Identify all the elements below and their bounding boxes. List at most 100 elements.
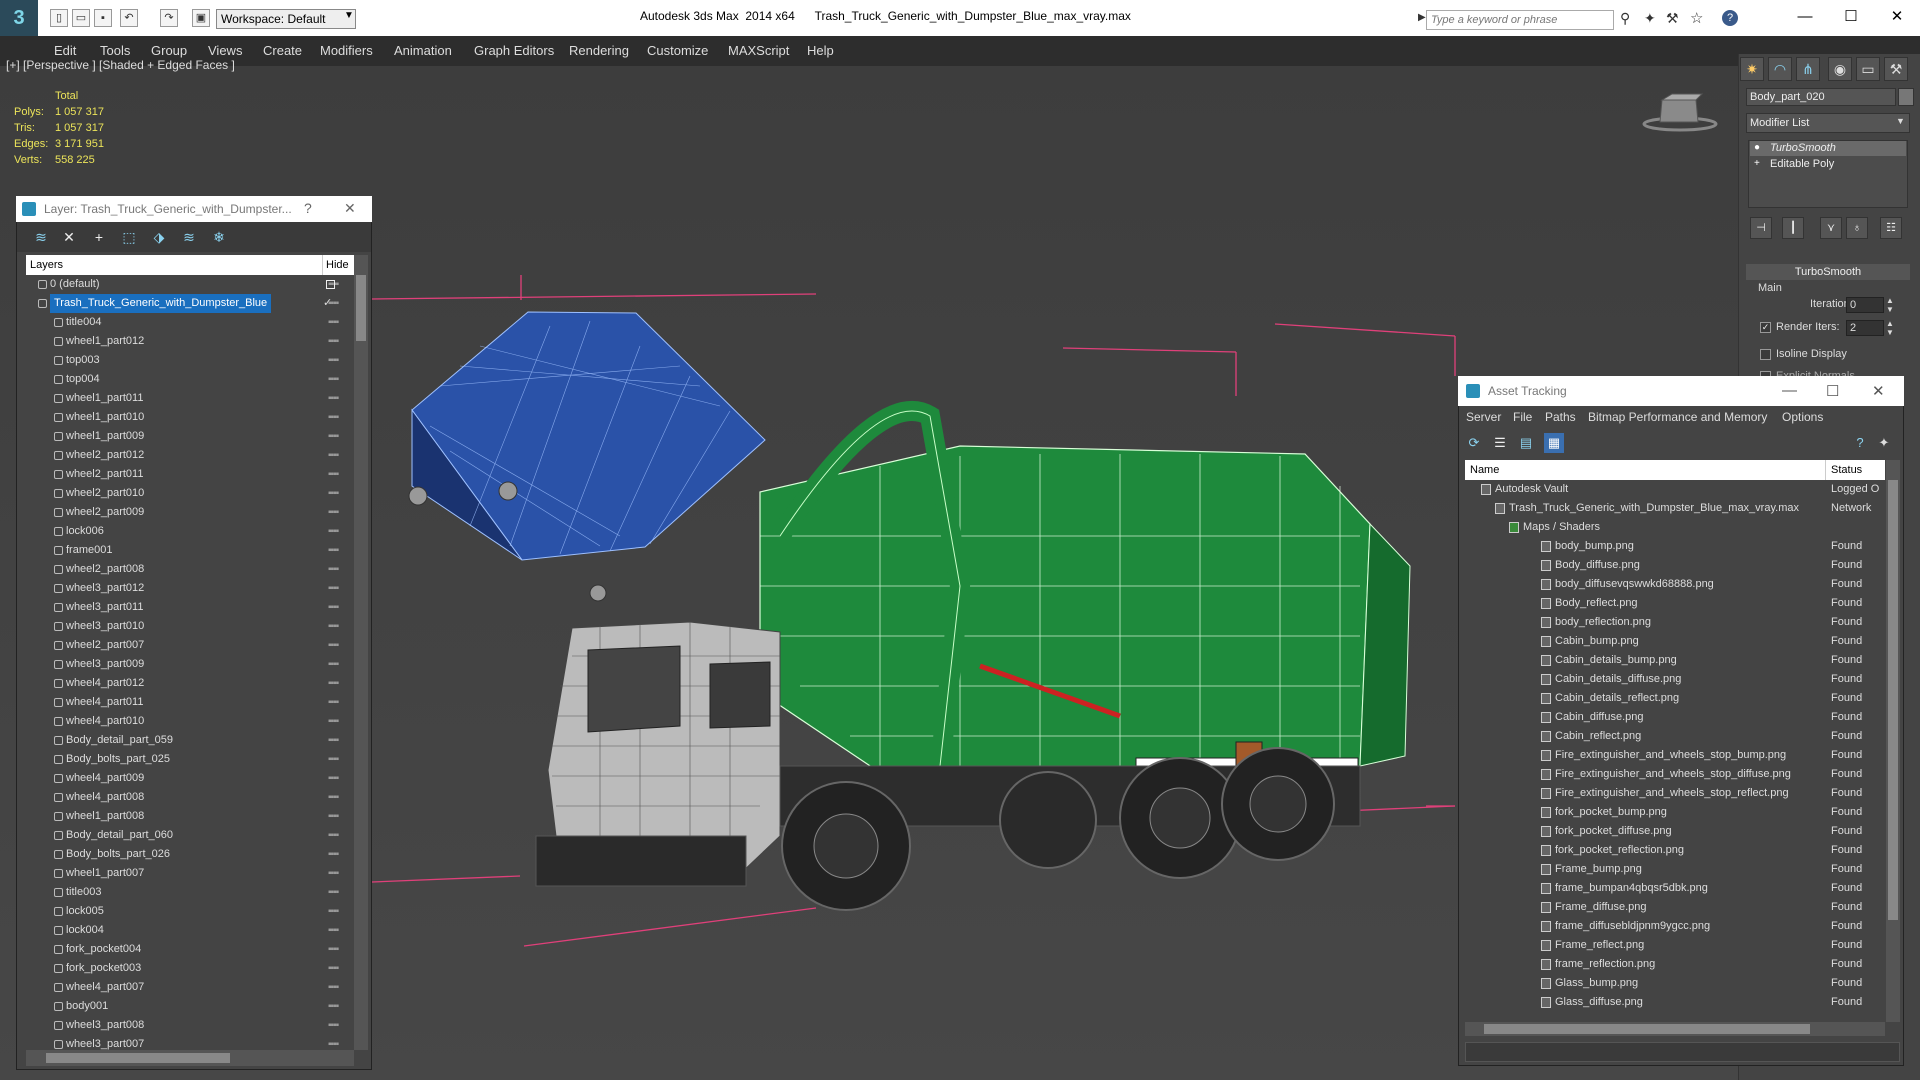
- menu-rendering[interactable]: Rendering: [569, 36, 629, 66]
- hide-toggle-icon[interactable]: ▪▪▪▪: [328, 902, 339, 921]
- asset-row[interactable]: Cabin_diffuse.png Found: [1465, 708, 1885, 727]
- hide-toggle-icon[interactable]: ▪▪▪▪: [328, 541, 339, 560]
- layer-row[interactable]: frame001 ▪▪▪▪: [26, 541, 352, 560]
- layer-row[interactable]: wheel3_part007 ▪▪▪▪: [26, 1035, 352, 1050]
- layer-row[interactable]: body001 ▪▪▪▪: [26, 997, 352, 1016]
- layer-row[interactable]: wheel2_part009 ▪▪▪▪: [26, 503, 352, 522]
- open-file-icon[interactable]: ▭: [72, 9, 90, 27]
- layer-row[interactable]: wheel3_part009 ▪▪▪▪: [26, 655, 352, 674]
- layer-row[interactable]: wheel3_part010 ▪▪▪▪: [26, 617, 352, 636]
- layer-row[interactable]: wheel2_part010 ▪▪▪▪: [26, 484, 352, 503]
- hide-toggle-icon[interactable]: ▪▪▪▪: [328, 313, 339, 332]
- layer-row[interactable]: Body_detail_part_059 ▪▪▪▪: [26, 731, 352, 750]
- chevron-down-icon[interactable]: ▼: [1896, 116, 1905, 126]
- hide-toggle-icon[interactable]: ▪▪▪▪: [328, 978, 339, 997]
- lightbulb-icon[interactable]: ●: [1754, 142, 1760, 153]
- menu-customize[interactable]: Customize: [647, 36, 708, 66]
- viewport-label[interactable]: [+] [Perspective ] [Shaded + Edged Faces…: [6, 58, 235, 72]
- asset-row[interactable]: Cabin_details_diffuse.png Found: [1465, 670, 1885, 689]
- stack-item-turbosmooth[interactable]: TurboSmooth: [1750, 141, 1906, 156]
- layer-row[interactable]: wheel4_part008 ▪▪▪▪: [26, 788, 352, 807]
- highlight-layer-icon[interactable]: ⬗: [148, 226, 170, 248]
- expand-icon[interactable]: +: [1754, 158, 1760, 169]
- display-tab-icon[interactable]: ▭: [1856, 57, 1880, 81]
- render-iters-checkbox[interactable]: ✓: [1760, 322, 1771, 333]
- layer-row[interactable]: wheel2_part007 ▪▪▪▪: [26, 636, 352, 655]
- menu-help[interactable]: Help: [807, 36, 834, 66]
- layer-vertical-scroll-thumb[interactable]: [356, 275, 366, 341]
- hide-toggle-icon[interactable]: ▪▪▪▪: [328, 617, 339, 636]
- pin-stack-icon[interactable]: ⊣: [1750, 217, 1772, 239]
- hide-toggle-icon[interactable]: ▪▪▪▪: [328, 750, 339, 769]
- asset-horizontal-scroll-thumb[interactable]: [1484, 1024, 1810, 1034]
- make-unique-icon[interactable]: ⋎: [1820, 217, 1842, 239]
- layer-row[interactable]: wheel4_part009 ▪▪▪▪: [26, 769, 352, 788]
- asset-row[interactable]: Cabin_details_bump.png Found: [1465, 651, 1885, 670]
- asset-row[interactable]: fork_pocket_reflection.png Found: [1465, 841, 1885, 860]
- communication-center-icon[interactable]: ✦: [1644, 10, 1656, 27]
- chevron-down-icon[interactable]: ▼: [344, 10, 354, 21]
- layer-row[interactable]: wheel3_part008 ▪▪▪▪: [26, 1016, 352, 1035]
- hide-toggle-icon[interactable]: ▪▪▪▪: [328, 560, 339, 579]
- undo-icon[interactable]: ↶: [120, 9, 138, 27]
- asset-row[interactable]: Maps / Shaders: [1465, 518, 1885, 537]
- new-layer-icon[interactable]: ≋: [30, 226, 52, 248]
- layer-help-button[interactable]: ?: [304, 200, 312, 216]
- layer-row[interactable]: wheel2_part011 ▪▪▪▪: [26, 465, 352, 484]
- layer-row[interactable]: wheel1_part011 ▪▪▪▪: [26, 389, 352, 408]
- hide-toggle-icon[interactable]: ▪▪▪▪: [328, 883, 339, 902]
- hide-toggle-icon[interactable]: ▪▪▪▪: [328, 845, 339, 864]
- asset-menu-server[interactable]: Server: [1466, 410, 1501, 424]
- asset-row[interactable]: Frame_bump.png Found: [1465, 860, 1885, 879]
- hide-toggle-icon[interactable]: ▪▪▪▪: [328, 655, 339, 674]
- asset-row[interactable]: Frame_reflect.png Found: [1465, 936, 1885, 955]
- list-view-icon[interactable]: ☰: [1490, 433, 1510, 453]
- hide-toggle-icon[interactable]: ▪▪▪▪: [328, 959, 339, 978]
- isoline-checkbox[interactable]: [1760, 349, 1771, 360]
- layer-row[interactable]: wheel1_part012 ▪▪▪▪: [26, 332, 352, 351]
- hide-toggle-icon[interactable]: ▪▪▪▪: [328, 769, 339, 788]
- layer-row[interactable]: 0 (default) ▪▪▪▪: [26, 275, 352, 294]
- hide-toggle-icon[interactable]: ▪▪▪▪: [328, 465, 339, 484]
- layer-row[interactable]: top003 ▪▪▪▪: [26, 351, 352, 370]
- layer-row[interactable]: wheel1_part007 ▪▪▪▪: [26, 864, 352, 883]
- motion-tab-icon[interactable]: ◉: [1828, 57, 1852, 81]
- asset-menu-options[interactable]: Options: [1782, 410, 1823, 424]
- layer-row[interactable]: top004 ▪▪▪▪: [26, 370, 352, 389]
- favorites-star-icon[interactable]: ☆: [1690, 9, 1703, 27]
- asset-maximize-button[interactable]: ☐: [1826, 382, 1839, 400]
- turbosmooth-rollout[interactable]: TurboSmooth: [1746, 264, 1910, 280]
- hide-all-icon[interactable]: ≋: [178, 226, 200, 248]
- layer-row[interactable]: Body_bolts_part_026 ▪▪▪▪: [26, 845, 352, 864]
- layer-row[interactable]: fork_pocket003 ▪▪▪▪: [26, 959, 352, 978]
- layer-row[interactable]: fork_pocket004 ▪▪▪▪: [26, 940, 352, 959]
- layer-row[interactable]: Body_detail_part_060 ▪▪▪▪: [26, 826, 352, 845]
- asset-help-icon[interactable]: ?: [1850, 433, 1870, 453]
- maximize-button[interactable]: ☐: [1828, 4, 1874, 30]
- layer-horizontal-scroll-thumb[interactable]: [46, 1053, 230, 1063]
- layer-row[interactable]: wheel4_part012 ▪▪▪▪: [26, 674, 352, 693]
- hide-toggle-icon[interactable]: ▪▪▪▪: [328, 332, 339, 351]
- hide-toggle-icon[interactable]: ▪▪▪▪: [328, 446, 339, 465]
- layer-row[interactable]: wheel2_part012 ▪▪▪▪: [26, 446, 352, 465]
- asset-row[interactable]: Autodesk Vault Logged O: [1465, 480, 1885, 499]
- hide-toggle-icon[interactable]: ▪▪▪▪: [328, 389, 339, 408]
- layers-column-header[interactable]: Layers: [30, 259, 63, 271]
- table-view-icon[interactable]: ▦: [1544, 433, 1564, 453]
- hide-toggle-icon[interactable]: ▪▪▪▪: [328, 864, 339, 883]
- layer-row[interactable]: wheel1_part008 ▪▪▪▪: [26, 807, 352, 826]
- asset-row[interactable]: Frame_diffuse.png Found: [1465, 898, 1885, 917]
- hierarchy-tab-icon[interactable]: ⋔: [1796, 57, 1820, 81]
- hide-toggle-icon[interactable]: ▪▪▪▪: [328, 370, 339, 389]
- hide-toggle-icon[interactable]: ▪▪▪▪: [328, 788, 339, 807]
- hide-toggle-icon[interactable]: ▪▪▪▪: [328, 503, 339, 522]
- refresh-icon[interactable]: ⟳: [1464, 433, 1484, 453]
- layer-row[interactable]: lock004 ▪▪▪▪: [26, 921, 352, 940]
- asset-row[interactable]: body_diffusevqswwkd68888.png Found: [1465, 575, 1885, 594]
- object-color-swatch[interactable]: [1898, 88, 1914, 106]
- hide-toggle-icon[interactable]: ▪▪▪▪: [328, 921, 339, 940]
- utilities-tab-icon[interactable]: ⚒: [1884, 57, 1908, 81]
- object-name-field[interactable]: Body_part_020: [1746, 88, 1896, 106]
- hide-toggle-icon[interactable]: ▪▪▪▪: [328, 427, 339, 446]
- new-file-icon[interactable]: ▯: [50, 9, 68, 27]
